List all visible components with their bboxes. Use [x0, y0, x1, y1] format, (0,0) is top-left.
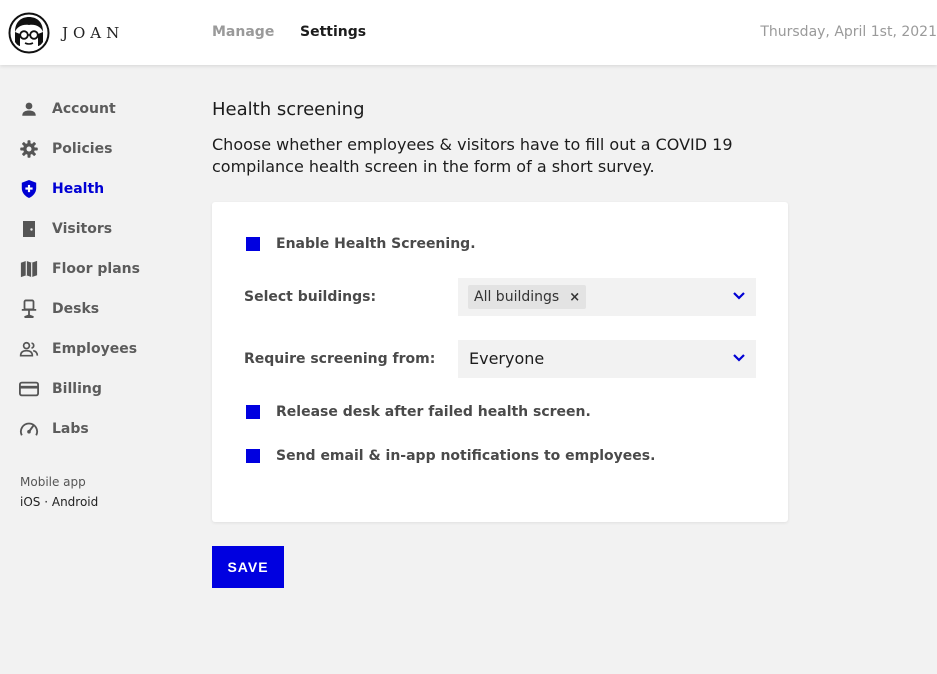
- sidebar-item-label: Labs: [52, 421, 89, 437]
- sidebar-item-floor-plans[interactable]: Floor plans: [18, 258, 140, 280]
- buildings-select[interactable]: All buildings ×: [458, 278, 756, 316]
- select-buildings-label: Select buildings:: [244, 289, 377, 305]
- screening-from-select[interactable]: Everyone: [458, 340, 756, 378]
- release-desk-checkbox[interactable]: Release desk after failed health screen.: [246, 404, 591, 420]
- speedometer-icon: [18, 418, 40, 440]
- building-chip: All buildings ×: [468, 285, 587, 309]
- checkbox-checked[interactable]: [246, 449, 260, 463]
- top-header: JOAN Manage Settings Thursday, April 1st…: [0, 0, 937, 65]
- sidebar-item-health[interactable]: Health: [18, 178, 104, 200]
- sidebar-item-label: Billing: [52, 381, 102, 397]
- sidebar-item-label: Policies: [52, 141, 113, 157]
- shield-plus-icon: [18, 178, 40, 200]
- health-settings-card: Enable Health Screening. Select building…: [212, 202, 788, 522]
- checkbox-checked[interactable]: [246, 237, 260, 251]
- tab-settings[interactable]: Settings: [300, 24, 366, 40]
- sidebar-item-label: Desks: [52, 301, 100, 317]
- android-link[interactable]: Android: [52, 495, 98, 509]
- page-title: Health screening: [212, 99, 365, 120]
- remove-chip-icon[interactable]: ×: [569, 290, 580, 305]
- sidebar-item-employees[interactable]: Employees: [18, 338, 137, 360]
- sidebar-item-label: Floor plans: [52, 261, 140, 277]
- mobile-app-label: Mobile app: [20, 475, 86, 489]
- release-desk-label: Release desk after failed health screen.: [276, 404, 591, 420]
- person-icon: [18, 98, 40, 120]
- send-notifications-label: Send email & in-app notifications to emp…: [276, 448, 656, 464]
- enable-health-screening-checkbox[interactable]: Enable Health Screening.: [246, 236, 476, 252]
- sidebar-item-label: Employees: [52, 341, 138, 357]
- logo-text: JOAN: [62, 24, 125, 42]
- screening-from-value: Everyone: [469, 349, 545, 368]
- link-separator: ·: [40, 495, 52, 509]
- enable-health-screening-label: Enable Health Screening.: [276, 236, 476, 252]
- sidebar-item-label: Account: [52, 101, 116, 117]
- credit-card-icon: [18, 378, 40, 400]
- page-description: Choose whether employees & visitors have…: [212, 135, 733, 176]
- joan-logo-icon[interactable]: [8, 12, 50, 54]
- chevron-down-icon[interactable]: [732, 291, 746, 301]
- ios-link[interactable]: iOS: [20, 495, 40, 509]
- sidebar-item-desks[interactable]: Desks: [18, 298, 99, 320]
- sidebar-item-labs[interactable]: Labs: [18, 418, 89, 440]
- map-icon: [18, 258, 40, 280]
- sidebar-item-visitors[interactable]: Visitors: [18, 218, 112, 240]
- checkbox-checked[interactable]: [246, 405, 260, 419]
- building-chip-label: All buildings: [474, 289, 560, 305]
- sidebar-item-label: Visitors: [52, 221, 113, 237]
- tab-manage[interactable]: Manage: [212, 24, 274, 40]
- sidebar-item-label: Health: [52, 181, 105, 197]
- sidebar-item-billing[interactable]: Billing: [18, 378, 102, 400]
- mobile-app-links: iOS · Android: [20, 495, 98, 509]
- sidebar-item-policies[interactable]: Policies: [18, 138, 112, 160]
- save-button[interactable]: SAVE: [212, 546, 284, 588]
- gear-icon: [18, 138, 40, 160]
- people-icon: [18, 338, 40, 360]
- send-notifications-checkbox[interactable]: Send email & in-app notifications to emp…: [246, 448, 655, 464]
- header-date: Thursday, April 1st, 2021: [760, 24, 937, 40]
- chair-icon: [18, 298, 40, 320]
- door-icon: [18, 218, 40, 240]
- sidebar-item-account[interactable]: Account: [18, 98, 116, 120]
- chevron-down-icon[interactable]: [732, 353, 746, 363]
- require-screening-label: Require screening from:: [244, 351, 436, 367]
